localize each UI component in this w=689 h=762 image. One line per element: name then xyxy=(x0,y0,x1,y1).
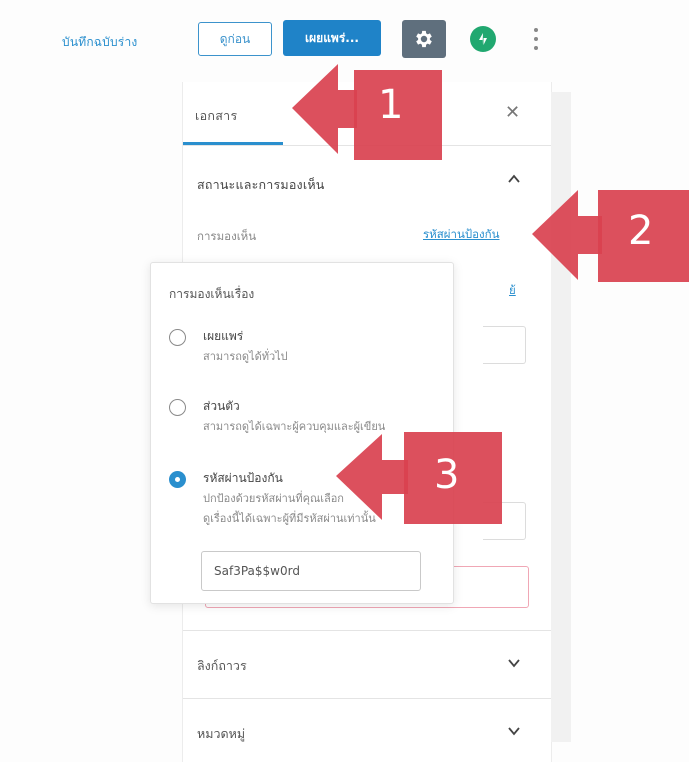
jetpack-bolt-icon xyxy=(479,33,487,45)
save-draft-link[interactable]: บันทึกฉบับร่าง xyxy=(62,33,137,52)
callout-arrow-2 xyxy=(532,190,689,282)
hidden-select-field xyxy=(483,326,526,364)
visibility-label: การมองเห็น xyxy=(197,229,257,243)
section-categories[interactable]: หมวดหมู่ xyxy=(197,724,245,744)
gear-icon xyxy=(416,30,432,48)
section-divider xyxy=(183,630,551,631)
vertical-ellipsis-icon xyxy=(534,28,538,32)
callout-number-1: 1 xyxy=(378,82,404,128)
option-private-label[interactable]: ส่วนตัว xyxy=(203,397,240,416)
radio-private[interactable] xyxy=(169,399,186,416)
section-divider xyxy=(183,698,551,699)
popover-title: การมองเห็นเรื่อง xyxy=(169,287,255,301)
chevron-up-icon[interactable] xyxy=(507,172,521,186)
preview-button[interactable]: ดูก่อน xyxy=(198,22,272,56)
radio-password[interactable] xyxy=(169,471,186,488)
option-public-label[interactable]: เผยแพร่ xyxy=(203,327,243,346)
callout-arrow-1 xyxy=(292,64,442,160)
password-input[interactable] xyxy=(201,551,421,591)
more-options-button[interactable] xyxy=(528,22,544,56)
option-password-label[interactable]: รหัสผ่านป้องกัน xyxy=(203,469,283,488)
section-permalink[interactable]: ลิงก์ถาวร xyxy=(197,656,247,676)
chevron-down-icon[interactable] xyxy=(507,656,521,670)
callout-number-2: 2 xyxy=(628,208,654,254)
settings-button[interactable] xyxy=(402,20,446,58)
publish-button[interactable]: เผยแพร่... xyxy=(283,20,381,56)
tab-document[interactable]: เอกสาร xyxy=(195,106,238,126)
radio-public[interactable] xyxy=(169,329,186,346)
visibility-toggle-link[interactable]: รหัสผ่านป้องกัน xyxy=(423,226,499,244)
close-icon[interactable]: ✕ xyxy=(505,102,520,123)
partial-link[interactable]: ย้ xyxy=(509,282,516,300)
option-public-desc: สามารถดูได้ทั่วไป xyxy=(203,350,288,363)
callout-number-3: 3 xyxy=(434,452,460,498)
jetpack-button[interactable] xyxy=(470,26,496,52)
callout-arrow-3 xyxy=(336,432,502,524)
chevron-down-icon[interactable] xyxy=(507,724,521,738)
status-visibility-heading[interactable]: สถานะและการมองเห็น xyxy=(197,175,325,195)
